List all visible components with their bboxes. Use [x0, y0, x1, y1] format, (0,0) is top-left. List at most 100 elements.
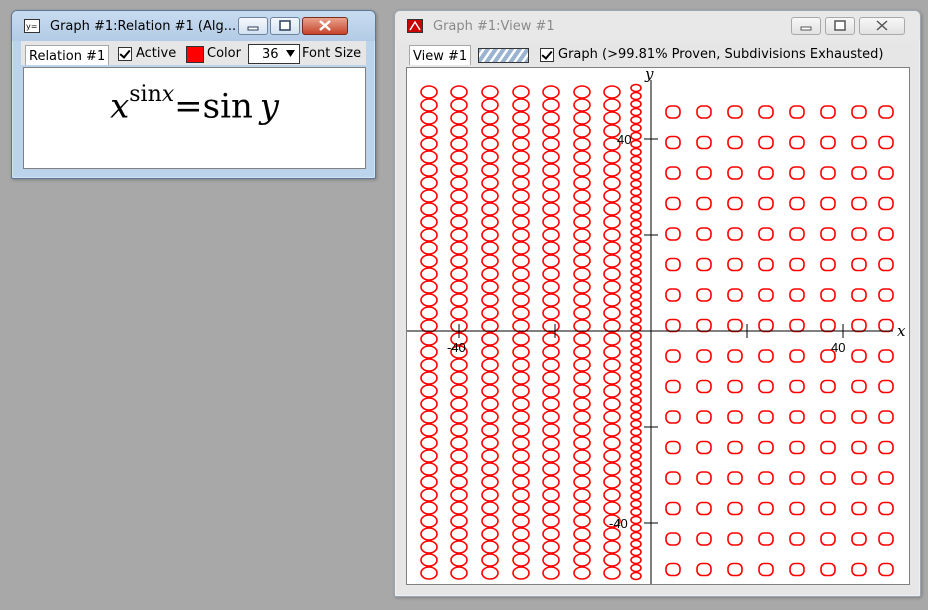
curve-loop [851, 135, 867, 150]
curve-loop [420, 111, 438, 125]
curve-loop [878, 410, 894, 424]
curve-loop [573, 280, 591, 294]
curve-loop [630, 163, 642, 173]
curve-loop [420, 332, 438, 346]
active-label: Active [136, 46, 177, 61]
curve-loop [630, 379, 642, 389]
curve-loop [481, 293, 499, 307]
curve-loop [573, 410, 591, 424]
curve-loop [450, 527, 468, 541]
curve-loop [420, 436, 438, 450]
curve-loop [450, 150, 468, 164]
plot-canvas[interactable]: -40 40 40 -40 x y [407, 68, 909, 584]
minimize-icon [800, 26, 812, 31]
relation-window[interactable]: y= Graph #1:Relation #1 (Alg... Relation… [11, 10, 376, 179]
view-maximize-button[interactable] [825, 17, 855, 35]
curve-loop [481, 241, 499, 255]
graph-checkbox[interactable] [540, 48, 554, 62]
curve-loop [542, 241, 560, 255]
curve-loop [512, 293, 530, 307]
curve-loop [450, 176, 468, 190]
formula-rhs-fn: sin [202, 86, 253, 127]
active-checkbox[interactable] [118, 47, 132, 61]
curve-loop [665, 288, 681, 302]
curve-loop [630, 227, 642, 237]
curve-loop [481, 319, 499, 333]
curve-loop [851, 471, 867, 485]
curve-loop [727, 349, 743, 363]
curve-loop [573, 371, 591, 385]
curve-loop [420, 514, 438, 528]
curve-loop [450, 98, 468, 112]
curve-loop [727, 227, 743, 241]
view-close-button[interactable] [859, 17, 905, 35]
view-minimize-button[interactable] [791, 17, 821, 35]
curve-loop [727, 440, 743, 455]
curve-loop [542, 306, 560, 320]
curve-loop [512, 306, 530, 320]
curve-loop [758, 532, 774, 546]
curve-loop [820, 440, 836, 455]
curve-loop [820, 410, 836, 424]
curve-loop [573, 98, 591, 112]
fill-pattern-swatch[interactable] [478, 48, 530, 63]
close-button[interactable] [302, 17, 348, 35]
curve-loop [820, 288, 836, 302]
curve-loop [542, 215, 560, 229]
curve-loop [851, 501, 867, 516]
curve-loop [512, 501, 530, 515]
curve-loop [820, 562, 836, 577]
curve-loop [758, 562, 774, 577]
graph-app-icon [407, 19, 423, 33]
curve-loop [630, 523, 642, 533]
curve-loop [512, 397, 530, 411]
formula-exponent-var: x [161, 82, 175, 107]
curve-loop [630, 83, 642, 93]
view-window[interactable]: Graph #1:View #1 View #1 Graph (>99.81% … [394, 10, 921, 597]
maximize-icon [279, 20, 291, 31]
curve-loop [481, 514, 499, 528]
font-size-select[interactable]: 36 [248, 44, 300, 64]
curve-loop [630, 363, 642, 373]
curve-loop [630, 419, 642, 429]
curve-loop [420, 410, 438, 424]
plot-area[interactable]: -40 40 40 -40 x y [406, 67, 910, 585]
curve-loop [481, 449, 499, 463]
relation-window-titlebar[interactable]: y= Graph #1:Relation #1 (Alg... [12, 11, 375, 41]
curve-loop [481, 215, 499, 229]
svg-text:y=: y= [26, 22, 37, 31]
curve-loop [603, 566, 621, 580]
color-swatch[interactable] [186, 46, 204, 63]
curve-loop [789, 501, 805, 516]
curve-loop [573, 202, 591, 216]
curve-loop [630, 91, 642, 101]
curve-loop [573, 501, 591, 515]
curve-loop [630, 155, 642, 165]
curve-loop [758, 166, 774, 180]
curve-loop [481, 176, 499, 190]
curve-loop [481, 423, 499, 437]
minimize-button[interactable] [238, 17, 268, 35]
curve-loop [420, 267, 438, 281]
maximize-button[interactable] [270, 17, 300, 35]
tab-view-1[interactable]: View #1 [409, 45, 472, 65]
curve-loop [481, 98, 499, 112]
curve-loop [603, 501, 621, 515]
curve-loop [630, 427, 642, 437]
curve-loop [758, 318, 774, 333]
curve-loop [542, 423, 560, 437]
curve-loop [450, 462, 468, 476]
formula-area[interactable]: xsinx=sin y [23, 67, 366, 169]
curve-loop [878, 105, 894, 119]
curve-loop [878, 562, 894, 577]
curve-loop [420, 215, 438, 229]
curve-loop [450, 189, 468, 203]
tab-relation-1[interactable]: Relation #1 [25, 45, 110, 65]
view-window-titlebar[interactable]: Graph #1:View #1 [395, 11, 920, 41]
curve-loop [630, 299, 642, 309]
curve-loop [603, 410, 621, 424]
curve-loop [450, 293, 468, 307]
curve-loop [542, 501, 560, 515]
curve-loop [820, 318, 836, 333]
curve-loop [512, 215, 530, 229]
